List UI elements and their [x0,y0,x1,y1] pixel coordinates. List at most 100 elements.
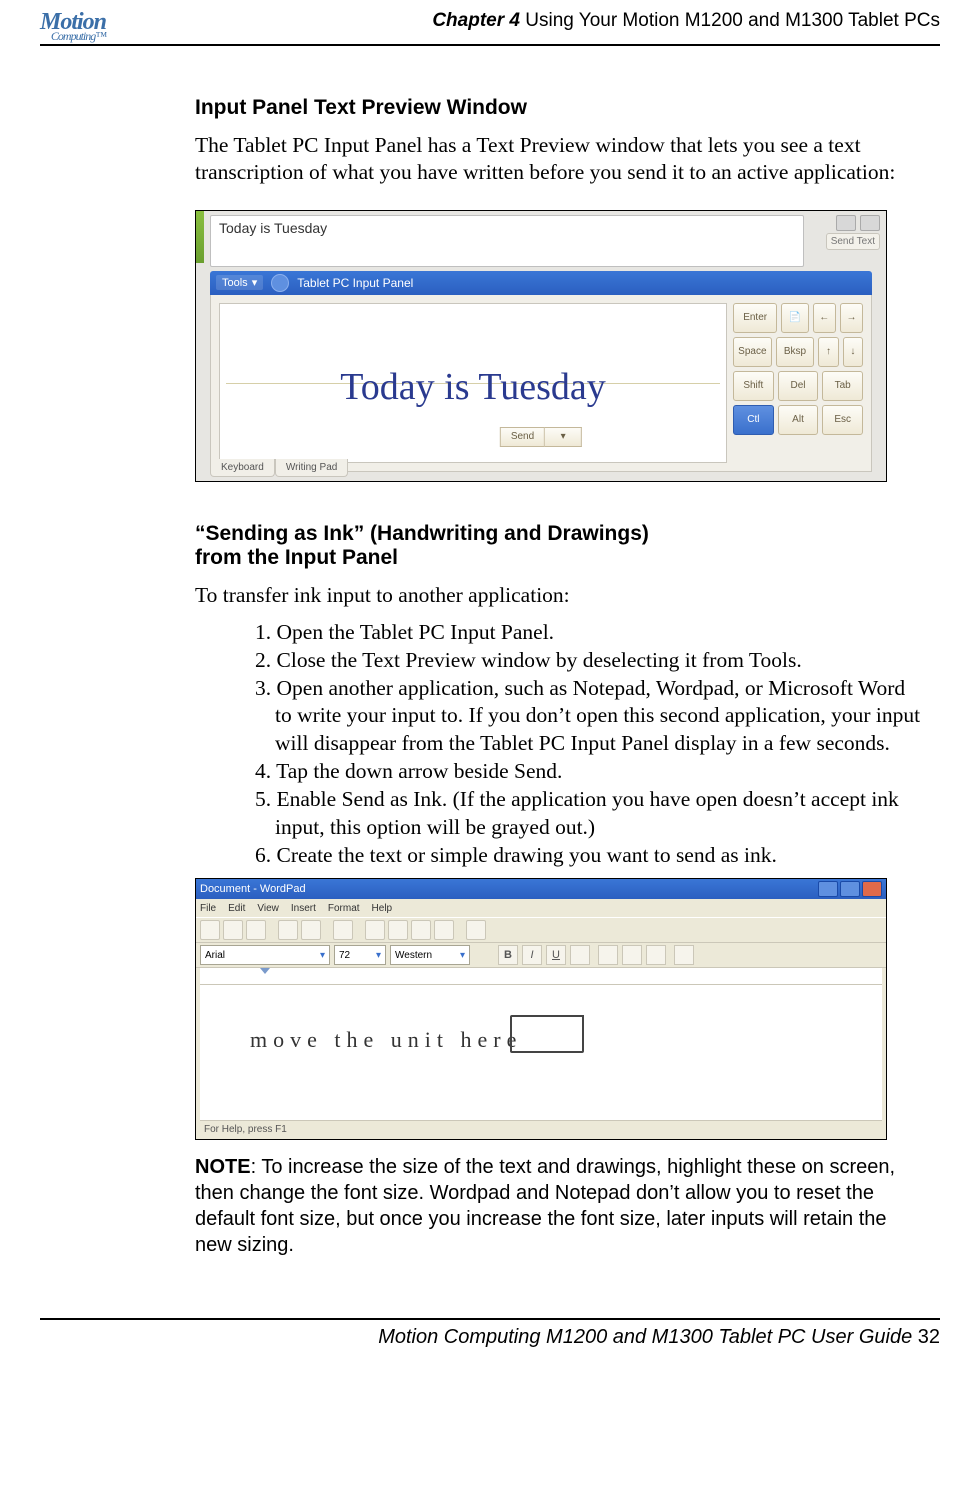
align-right-button[interactable] [646,945,666,965]
open-icon[interactable] [223,920,243,940]
font-size-value: 72 [339,950,350,961]
maximize-button[interactable] [840,881,860,897]
send-button[interactable]: Send [500,427,545,447]
key-right[interactable]: → [840,303,863,333]
keypad: Enter 📄 ← → Space Bksp ↑ ↓ Shift Del [733,303,863,463]
ink-shape [510,1015,584,1053]
align-left-button[interactable] [598,945,618,965]
decorative-strip [196,211,204,263]
writing-area[interactable]: Today is Tuesday [219,303,727,463]
chevron-down-icon: ▾ [376,950,381,961]
key-alt[interactable]: Alt [778,405,819,435]
chevron-down-icon: ▾ [320,950,325,961]
chapter-label: Chapter 4 Using Your Motion M1200 and M1… [432,10,940,32]
step-item: 6. Create the text or simple drawing you… [235,842,925,870]
brand-logo: Motion Computing™ [40,10,106,42]
save-icon[interactable] [246,920,266,940]
tab-keyboard[interactable]: Keyboard [210,459,275,477]
key-tab[interactable]: Tab [822,371,863,401]
page-number: 32 [918,1326,940,1348]
section-heading: “Sending as Ink” (Handwriting and Drawin… [195,522,925,570]
redo-icon[interactable] [860,215,880,231]
tools-menu[interactable]: Tools ▾ [216,275,263,290]
heading-line2: from the Input Panel [195,546,398,569]
print-icon[interactable] [278,920,298,940]
key-bksp[interactable]: Bksp [776,337,815,367]
minimize-button[interactable] [818,881,838,897]
menu-help[interactable]: Help [372,903,393,914]
menu-view[interactable]: View [257,903,279,914]
color-button[interactable] [570,945,590,965]
page-header: Motion Computing™ Chapter 4 Using Your M… [40,10,940,46]
menu-file[interactable]: File [200,903,216,914]
chapter-number: Chapter 4 [432,10,520,31]
step-item: 1. Open the Tablet PC Input Panel. [235,619,925,647]
step-item: 5. Enable Send as Ink. (If the applicati… [235,786,925,842]
key-up[interactable]: ↑ [818,337,838,367]
new-icon[interactable] [200,920,220,940]
menu-edit[interactable]: Edit [228,903,245,914]
heading-line1: “Sending as Ink” (Handwriting and Drawin… [195,522,649,545]
note-block: NOTE: To increase the size of the text a… [195,1154,925,1258]
input-panel-title: Tablet PC Input Panel [297,276,413,290]
footer-title: Motion Computing M1200 and M1300 Tablet … [378,1326,918,1348]
key-del[interactable]: Del [778,371,819,401]
window-title: Document - WordPad [200,883,306,895]
handwriting-sample: Today is Tuesday [340,365,605,409]
app-icon [271,274,289,292]
key-space[interactable]: Space [733,337,772,367]
bullets-button[interactable] [674,945,694,965]
script-combo[interactable]: Western▾ [390,945,470,965]
step-item: 3. Open another application, such as Not… [235,675,925,759]
key-esc[interactable]: Esc [822,405,863,435]
send-split-button[interactable]: Send ▾ [500,427,582,447]
section-intro: The Tablet PC Input Panel has a Text Pre… [195,132,925,186]
key-shift[interactable]: Shift [733,371,774,401]
italic-button[interactable]: I [522,945,542,965]
datetime-icon[interactable] [466,920,486,940]
tab-writing-pad[interactable]: Writing Pad [275,459,349,477]
preview-icon[interactable] [301,920,321,940]
underline-button[interactable]: U [546,945,566,965]
step-item: 2. Close the Text Preview window by dese… [235,647,925,675]
standard-toolbar [196,917,886,943]
text-preview-field[interactable]: Today is Tuesday [210,215,804,267]
undo-icon[interactable] [836,215,856,231]
format-toolbar: Arial ▾ 72 ▾ Western▾ B I U [196,943,886,968]
wordpad-titlebar: Document - WordPad [196,879,886,899]
align-center-button[interactable] [622,945,642,965]
undo-icon[interactable] [434,920,454,940]
input-panel-titlebar: Tools ▾ Tablet PC Input Panel [210,271,872,295]
key-enter[interactable]: Enter [733,303,777,333]
bold-button[interactable]: B [498,945,518,965]
close-button[interactable] [862,881,882,897]
note-label: NOTE [195,1156,251,1178]
key-ctl[interactable]: Ctl [733,405,774,435]
key-doc-icon[interactable]: 📄 [781,303,808,333]
chevron-down-icon: ▾ [252,276,258,289]
ruler[interactable] [200,968,882,985]
key-left[interactable]: ← [813,303,836,333]
page-footer: Motion Computing M1200 and M1300 Tablet … [40,1318,940,1349]
section-intro: To transfer ink input to another applica… [195,582,925,609]
cut-icon[interactable] [365,920,385,940]
menu-format[interactable]: Format [328,903,360,914]
document-canvas[interactable]: move the unit here [200,985,882,1135]
chapter-title: Using Your Motion M1200 and M1300 Tablet… [520,10,940,31]
font-name-combo[interactable]: Arial ▾ [200,945,330,965]
copy-icon[interactable] [388,920,408,940]
key-down[interactable]: ↓ [843,337,863,367]
menu-bar: File Edit View Insert Format Help [196,899,886,917]
send-text-button[interactable]: Send Text [826,233,880,250]
font-name-value: Arial [205,950,225,961]
font-size-combo[interactable]: 72 ▾ [334,945,386,965]
find-icon[interactable] [333,920,353,940]
screenshot-wordpad: Document - WordPad File Edit View Insert… [195,878,887,1140]
script-value: Western [395,950,432,961]
paste-icon[interactable] [411,920,431,940]
send-dropdown-arrow[interactable]: ▾ [545,427,582,447]
page-content: Input Panel Text Preview Window The Tabl… [195,96,925,1258]
tools-label: Tools [222,277,248,289]
status-bar: For Help, press F1 [200,1120,882,1137]
menu-insert[interactable]: Insert [291,903,316,914]
